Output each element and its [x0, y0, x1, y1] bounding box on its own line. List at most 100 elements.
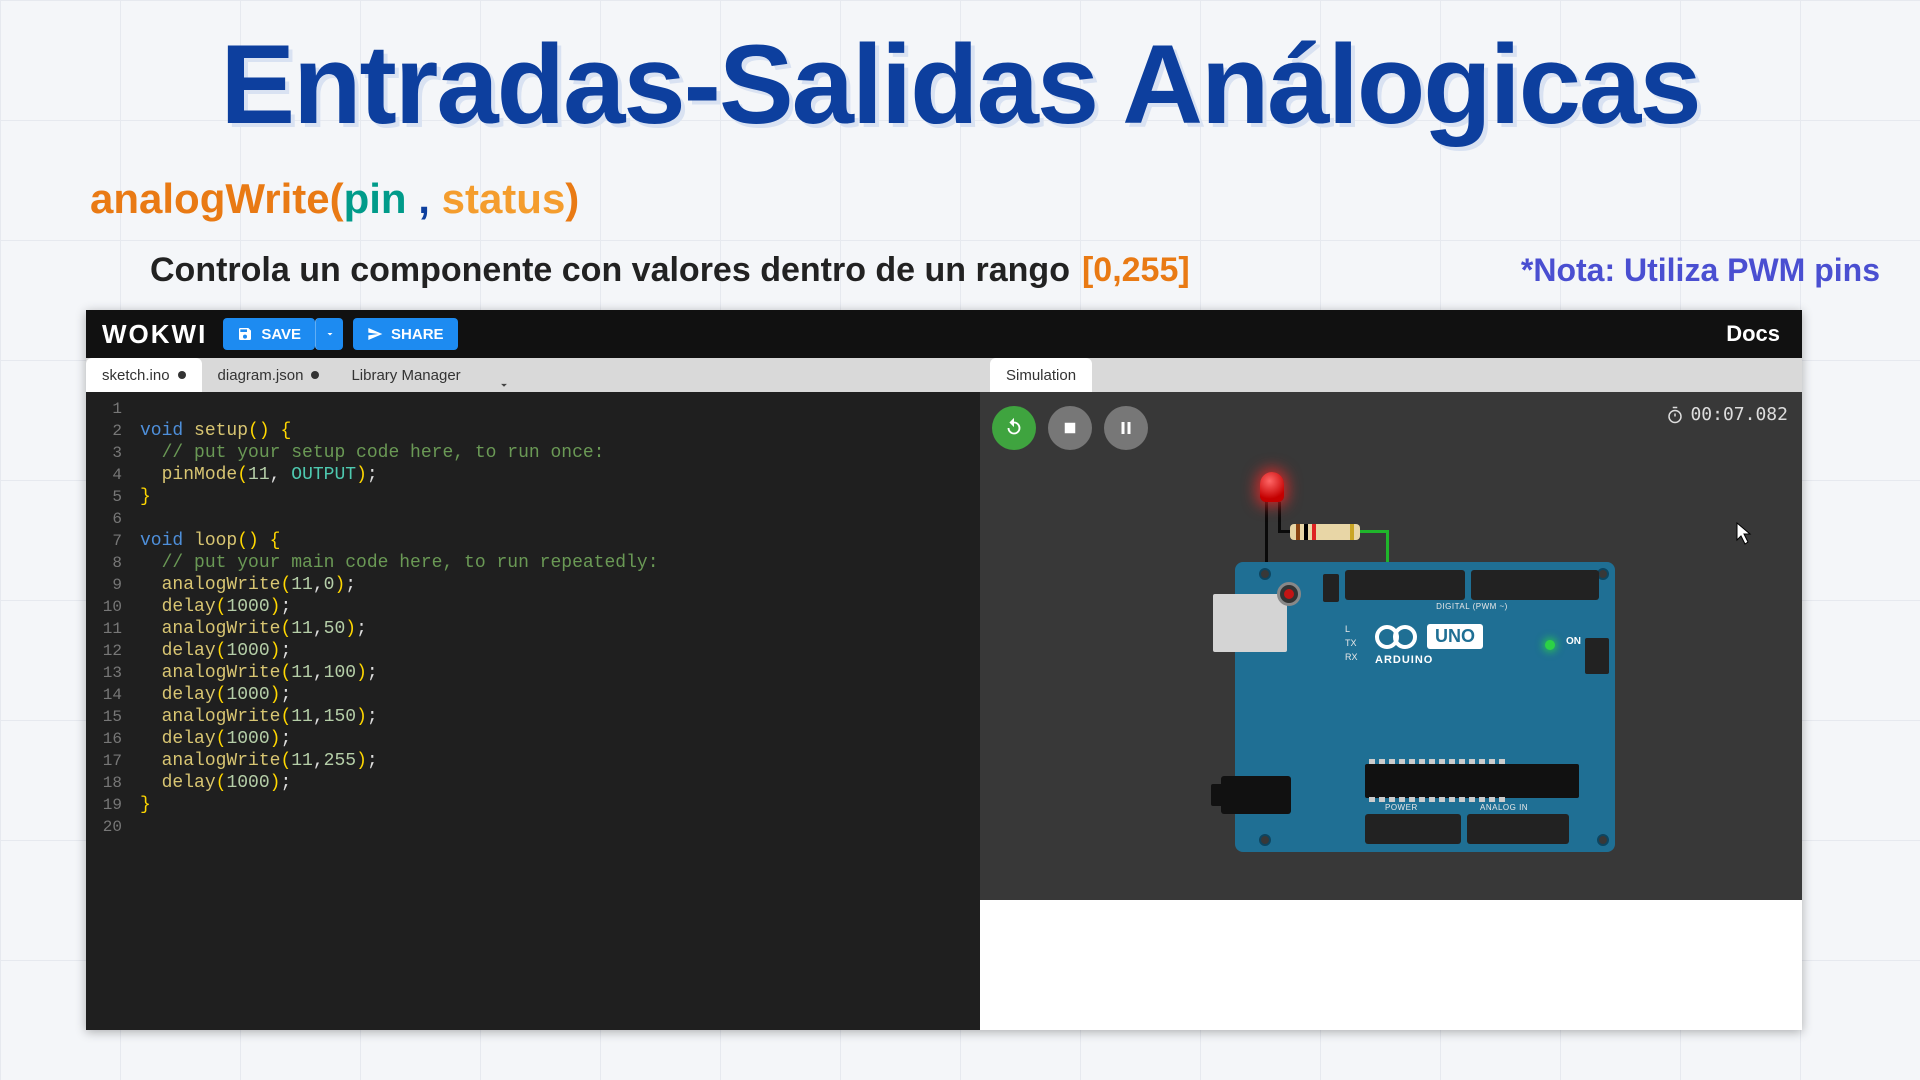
line-number: 1: [86, 398, 140, 420]
tab-simulation[interactable]: Simulation: [990, 358, 1092, 392]
code-line[interactable]: 12 delay(1000);: [86, 640, 980, 662]
save-button[interactable]: SAVE: [223, 318, 315, 350]
line-number: 10: [86, 596, 140, 618]
restart-icon: [1003, 417, 1025, 439]
tab-diagram-json[interactable]: diagram.json: [202, 358, 336, 392]
line-number: 19: [86, 794, 140, 816]
ide-window: WOKWI SAVE SHARE Docs sketch.ino diagram…: [86, 310, 1802, 1030]
description-row: Controla un componente con valores dentr…: [0, 251, 1920, 290]
code-line[interactable]: 1: [86, 398, 980, 420]
digital-header[interactable]: [1345, 570, 1465, 600]
resistor-component[interactable]: [1290, 524, 1360, 540]
code-line[interactable]: 2void setup() {: [86, 420, 980, 442]
resistor-band: [1350, 524, 1354, 540]
code-text: pinMode(11, OUTPUT);: [140, 464, 378, 486]
description-text: Controla un componente con valores dentr…: [150, 251, 1070, 290]
infinity-icon: [1375, 625, 1417, 649]
code-line[interactable]: 18 delay(1000);: [86, 772, 980, 794]
line-number: 2: [86, 420, 140, 442]
code-line[interactable]: 13 analogWrite(11,100);: [86, 662, 980, 684]
code-line[interactable]: 10 delay(1000);: [86, 596, 980, 618]
line-number: 7: [86, 530, 140, 552]
line-number: 18: [86, 772, 140, 794]
code-line[interactable]: 7void loop() {: [86, 530, 980, 552]
tab-library-manager[interactable]: Library Manager: [335, 358, 476, 392]
line-number: 8: [86, 552, 140, 574]
led-component[interactable]: [1260, 472, 1284, 502]
code-line[interactable]: 16 delay(1000);: [86, 728, 980, 750]
line-number: 5: [86, 486, 140, 508]
tab-sketch-ino[interactable]: sketch.ino: [86, 358, 202, 392]
code-line[interactable]: 6: [86, 508, 980, 530]
tab-label: Simulation: [1006, 367, 1076, 384]
line-number: 13: [86, 662, 140, 684]
code-text: delay(1000);: [140, 596, 291, 618]
code-line[interactable]: 14 delay(1000);: [86, 684, 980, 706]
code-line[interactable]: 15 analogWrite(11,150);: [86, 706, 980, 728]
save-icon: [237, 326, 253, 342]
ide-toolbar: WOKWI SAVE SHARE Docs: [86, 310, 1802, 358]
sim-controls: [992, 406, 1148, 450]
mount-hole: [1259, 568, 1271, 580]
simulation-pane: Simulation 00:07.082: [980, 358, 1802, 1030]
usb-connector: [1213, 594, 1287, 652]
code-line[interactable]: 20: [86, 816, 980, 838]
description-range: [0,255]: [1082, 251, 1190, 290]
code-editor[interactable]: 12void setup() {3 // put your setup code…: [86, 392, 980, 1030]
line-number: 20: [86, 816, 140, 838]
code-line[interactable]: 4 pinMode(11, OUTPUT);: [86, 464, 980, 486]
code-line[interactable]: 5}: [86, 486, 980, 508]
code-text: delay(1000);: [140, 684, 291, 706]
tx-rx-labels: L TX RX: [1345, 622, 1358, 664]
line-number: 11: [86, 618, 140, 640]
share-icon: [367, 326, 383, 342]
circuit-diagram[interactable]: DIGITAL (PWM ~) POWER ANALOG IN L TX RX: [1200, 472, 1640, 892]
sim-viewport[interactable]: 00:07.082: [980, 392, 1802, 1030]
sim-bottom-panel: [980, 900, 1802, 1030]
chevron-down-icon: [324, 328, 336, 340]
docs-link[interactable]: Docs: [1726, 321, 1780, 347]
syntax-close: ): [565, 175, 579, 222]
resistor-band: [1296, 524, 1300, 540]
code-line[interactable]: 11 analogWrite(11,50);: [86, 618, 980, 640]
chevron-down-icon: [497, 378, 511, 392]
sim-timer: 00:07.082: [1666, 404, 1788, 425]
stop-button[interactable]: [1048, 406, 1092, 450]
share-button[interactable]: SHARE: [353, 318, 458, 350]
power-header[interactable]: [1365, 814, 1461, 844]
line-number: 9: [86, 574, 140, 596]
code-line[interactable]: 19}: [86, 794, 980, 816]
icsp-header: [1323, 574, 1339, 602]
code-line[interactable]: 3 // put your setup code here, to run on…: [86, 442, 980, 464]
pause-button[interactable]: [1104, 406, 1148, 450]
code-text: analogWrite(11,0);: [140, 574, 356, 596]
code-line[interactable]: 8 // put your main code here, to run rep…: [86, 552, 980, 574]
code-text: // put your setup code here, to run once…: [140, 442, 604, 464]
analog-in-label: ANALOG IN: [1480, 803, 1528, 812]
code-text: }: [140, 486, 151, 508]
code-text: analogWrite(11,255);: [140, 750, 378, 772]
line-number: 3: [86, 442, 140, 464]
code-line[interactable]: 9 analogWrite(11,0);: [86, 574, 980, 596]
code-text: delay(1000);: [140, 640, 291, 662]
code-text: // put your main code here, to run repea…: [140, 552, 659, 574]
power-label: POWER: [1385, 803, 1418, 812]
syntax-fn: analogWrite(: [90, 175, 344, 222]
reset-button[interactable]: [1277, 582, 1301, 606]
analog-header[interactable]: [1467, 814, 1569, 844]
arduino-uno-board[interactable]: DIGITAL (PWM ~) POWER ANALOG IN L TX RX: [1235, 562, 1615, 852]
unsaved-dot-icon: [311, 371, 319, 379]
atmega-chip: [1365, 764, 1579, 798]
tab-label: diagram.json: [218, 367, 304, 384]
tabs-overflow-button[interactable]: [497, 378, 511, 392]
restart-button[interactable]: [992, 406, 1036, 450]
barrel-jack: [1221, 776, 1291, 814]
code-line[interactable]: 17 analogWrite(11,255);: [86, 750, 980, 772]
digital-header[interactable]: [1471, 570, 1599, 600]
syntax-pin: pin: [344, 175, 407, 222]
save-dropdown-button[interactable]: [315, 318, 343, 350]
code-text: delay(1000);: [140, 728, 291, 750]
note-text: *Nota: Utiliza PWM pins: [1521, 252, 1880, 289]
share-button-label: SHARE: [391, 326, 444, 343]
brand-logo[interactable]: WOKWI: [102, 319, 207, 350]
